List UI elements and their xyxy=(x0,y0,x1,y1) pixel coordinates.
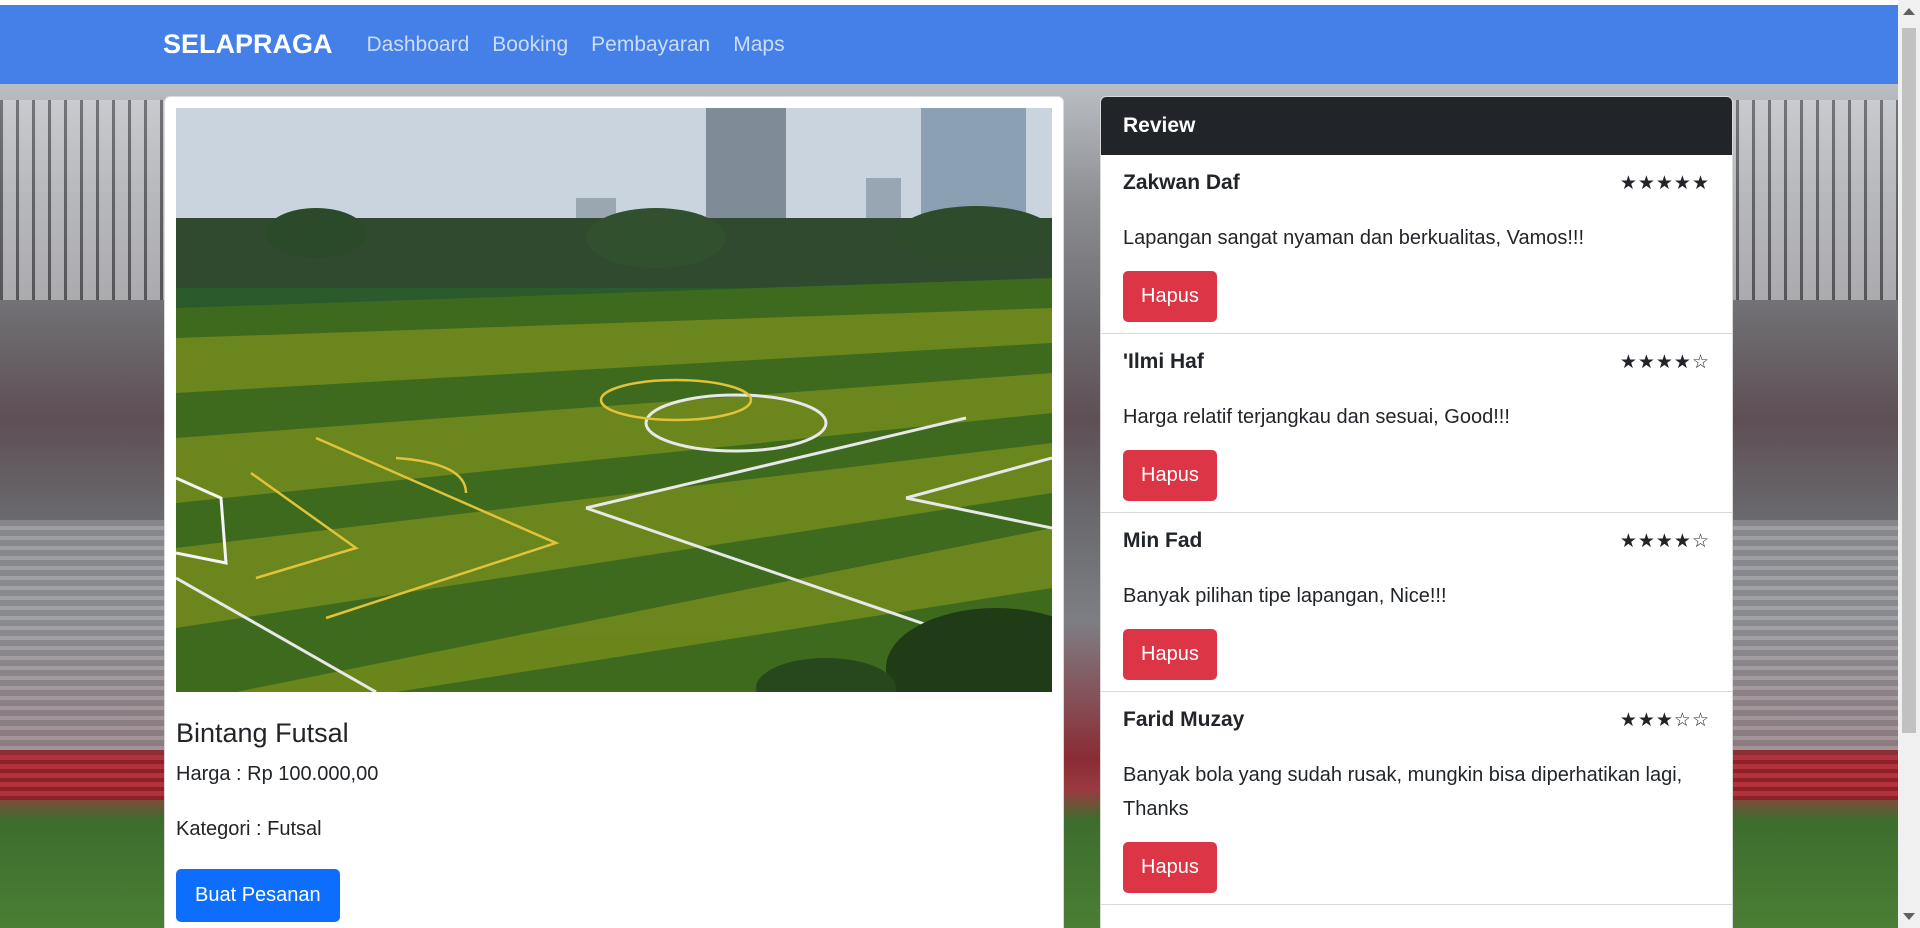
order-button[interactable]: Buat Pesanan xyxy=(176,869,340,922)
product-price: Harga : Rp 100.000,00 xyxy=(176,763,379,785)
review-item: Zakwan Daf ★★★★★ Lapangan sangat nyaman … xyxy=(1101,155,1732,334)
stadium-red-seats-right xyxy=(1720,755,1900,800)
delete-review-button[interactable]: Hapus xyxy=(1123,629,1217,680)
brand-logo[interactable]: SELAPRAGA xyxy=(163,29,333,60)
delete-review-button[interactable]: Hapus xyxy=(1123,842,1217,893)
product-card: Bintang Futsal Harga : Rp 100.000,00 Kat… xyxy=(164,96,1064,928)
review-card: Review Zakwan Daf ★★★★★ Lapangan sangat … xyxy=(1100,96,1733,928)
field-image xyxy=(176,108,1052,692)
star-rating: ★★★★☆ xyxy=(1619,530,1710,552)
review-text: Harga relatif terjangkau dan sesuai, Goo… xyxy=(1123,406,1510,428)
stadium-stands-left xyxy=(0,520,170,750)
review-text: Lapangan sangat nyaman dan berkualitas, … xyxy=(1123,227,1585,249)
product-title: Bintang Futsal xyxy=(176,718,349,748)
reviewer-name: 'Ilmi Haf xyxy=(1123,350,1204,373)
nav-link-pembayaran[interactable]: Pembayaran xyxy=(591,33,710,57)
stadium-roof-left xyxy=(0,100,170,300)
navbar: SELAPRAGA Dashboard Booking Pembayaran M… xyxy=(0,5,1898,84)
futsal-field-illustration xyxy=(176,108,1052,692)
review-header: Review xyxy=(1101,97,1732,155)
review-text: Banyak bola yang sudah rusak, mungkin bi… xyxy=(1123,764,1683,820)
delete-review-button[interactable]: Hapus xyxy=(1123,450,1217,501)
reviewer-name: Farid Muzay xyxy=(1123,708,1245,731)
product-category: Kategori : Futsal xyxy=(176,818,322,840)
reviewer-name: Min Fad xyxy=(1123,529,1203,552)
stadium-roof-right xyxy=(1720,100,1900,300)
page-scrollbar[interactable] xyxy=(1898,0,1920,928)
scroll-down-arrow-icon[interactable] xyxy=(1903,913,1915,920)
reviewer-name: Zakwan Daf xyxy=(1123,171,1240,194)
nav-link-booking[interactable]: Booking xyxy=(492,33,568,57)
product-card-body: Bintang Futsal Harga : Rp 100.000,00 Kat… xyxy=(176,692,1052,922)
review-text: Banyak pilihan tipe lapangan, Nice!!! xyxy=(1123,585,1447,607)
star-rating: ★★★★★ xyxy=(1619,172,1710,194)
star-rating: ★★★☆☆ xyxy=(1619,709,1710,731)
review-item: 'Ilmi Haf ★★★★☆ Harga relatif terjangkau… xyxy=(1101,334,1732,513)
nav-link-dashboard[interactable]: Dashboard xyxy=(367,33,470,57)
star-rating: ★★★★☆ xyxy=(1619,351,1710,373)
stadium-red-seats-left xyxy=(0,755,170,800)
scrollbar-thumb[interactable] xyxy=(1902,28,1916,733)
review-item: Min Fad ★★★★☆ Banyak pilihan tipe lapang… xyxy=(1101,513,1732,692)
nav-link-maps[interactable]: Maps xyxy=(733,33,784,57)
review-item: Farid Muzay ★★★☆☆ Banyak bola yang sudah… xyxy=(1101,692,1732,905)
scroll-up-arrow-icon[interactable] xyxy=(1903,8,1915,15)
stadium-stands-right xyxy=(1720,520,1900,750)
delete-review-button[interactable]: Hapus xyxy=(1123,271,1217,322)
